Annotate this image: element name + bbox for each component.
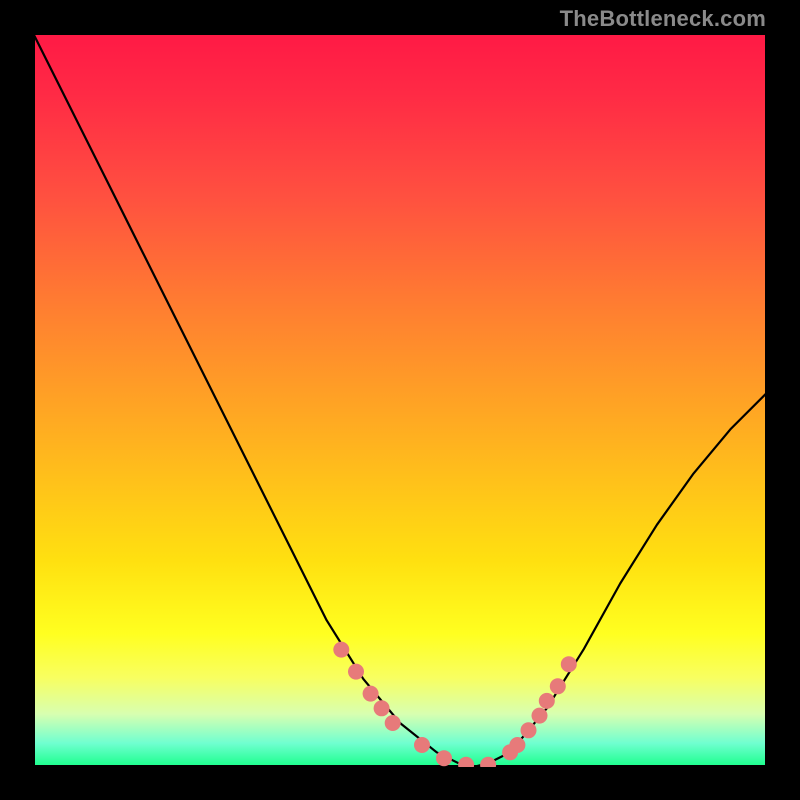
marker-dot [550,678,566,694]
marker-dot [436,750,452,766]
marker-dot [532,708,548,724]
marker-dot [509,737,525,753]
marker-dot [414,737,430,753]
highlighted-markers [333,642,577,767]
marker-dot [385,715,401,731]
marker-dot [374,700,390,716]
marker-dot [561,656,577,672]
marker-dot [480,757,496,767]
marker-dot [363,686,379,702]
watermark-label: TheBottleneck.com [560,6,766,32]
marker-dot [333,642,349,658]
marker-dot [348,664,364,680]
chart-svg [33,33,767,767]
bottleneck-curve [33,33,767,767]
marker-dot [458,757,474,767]
marker-dot [521,722,537,738]
marker-dot [539,693,555,709]
